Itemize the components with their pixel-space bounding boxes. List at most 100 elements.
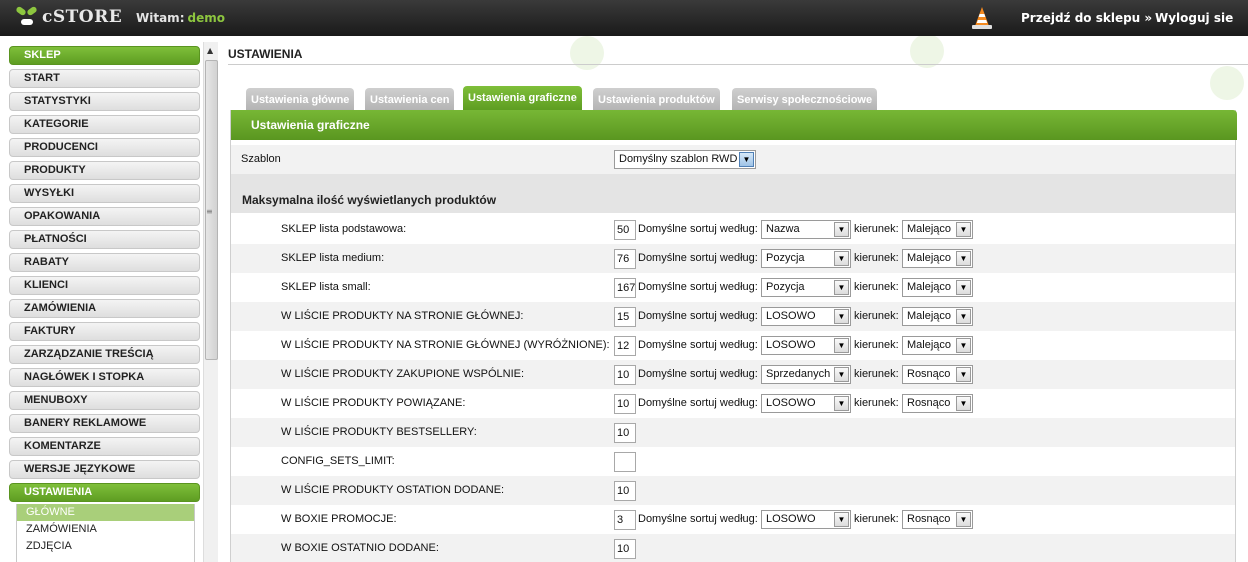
sidebar-item-9[interactable]: RABATY xyxy=(9,253,200,272)
sort-select[interactable]: Nazwa ▼ xyxy=(761,220,851,239)
sidebar-item-13[interactable]: ZARZĄDZANIE TREŚCIĄ xyxy=(9,345,200,364)
sidebar-item-6[interactable]: WYSYŁKI xyxy=(9,184,200,203)
sidebar-item-19[interactable]: USTAWIENIA xyxy=(9,483,200,502)
limit-input[interactable]: 50 xyxy=(614,220,636,240)
direction-value: Rosnąco xyxy=(907,513,951,525)
sort-value: Pozycja xyxy=(766,252,805,264)
direction-select[interactable]: Malejąco ▼ xyxy=(902,249,973,268)
divider xyxy=(228,64,1248,65)
vlc-cone-icon[interactable] xyxy=(971,6,993,30)
sidebar-item-12[interactable]: FAKTURY xyxy=(9,322,200,341)
setting-row: W BOXIE PROMOCJE: 3 Domyślne sortuj według… xyxy=(231,505,1235,534)
sidebar-item-7[interactable]: OPAKOWANIA xyxy=(9,207,200,226)
logout-link[interactable]: Wyloguj sie xyxy=(1155,11,1233,25)
sidebar-item-5[interactable]: PRODUKTY xyxy=(9,161,200,180)
tab-4[interactable]: Serwisy społecznościowe xyxy=(732,88,878,110)
chevron-down-icon: ▼ xyxy=(739,152,754,167)
tab-0[interactable]: Ustawienia główne xyxy=(246,88,355,110)
sort-label: Domyślne sortuj według: xyxy=(638,310,758,322)
sidebar-item-0[interactable]: SKLEP xyxy=(9,46,200,65)
chevron-down-icon: ▼ xyxy=(834,251,849,266)
limit-input[interactable]: 10 xyxy=(614,539,636,559)
sort-select[interactable]: Sprzedanych ▼ xyxy=(761,365,851,384)
chevron-down-icon: ▼ xyxy=(834,222,849,237)
sidebar-item-16[interactable]: BANERY REKLAMOWE xyxy=(9,414,200,433)
sidebar-item-17[interactable]: KOMENTARZE xyxy=(9,437,200,456)
direction-value: Rosnąco xyxy=(907,397,951,409)
setting-row: SKLEP lista small: 167 Domyślne sortuj wed… xyxy=(231,273,1235,302)
sort-label: Domyślne sortuj według: xyxy=(638,339,758,351)
sort-value: LOSOWO xyxy=(766,513,816,525)
sidebar-item-11[interactable]: ZAMÓWIENIA xyxy=(9,299,200,318)
chevron-down-icon: ▼ xyxy=(834,280,849,295)
limit-input[interactable]: 10 xyxy=(614,394,636,414)
setting-label: SKLEP lista podstawowa: xyxy=(281,223,407,235)
sidebar-item-3[interactable]: KATEGORIE xyxy=(9,115,200,134)
sidebar-subitem-0[interactable]: GŁÓWNE xyxy=(17,504,194,521)
sidebar-item-15[interactable]: MENUBOXY xyxy=(9,391,200,410)
sort-select[interactable]: LOSOWO ▼ xyxy=(761,336,851,355)
tab-2[interactable]: Ustawienia graficzne xyxy=(463,86,582,110)
sort-select[interactable]: Pozycja ▼ xyxy=(761,249,851,268)
limit-input[interactable]: 12 xyxy=(614,336,636,356)
direction-select[interactable]: Malejąco ▼ xyxy=(902,336,973,355)
sidebar-item-8[interactable]: PŁATNOŚCI xyxy=(9,230,200,249)
sort-select[interactable]: LOSOWO ▼ xyxy=(761,307,851,326)
top-bar: cSTORE Witam: demo Przejdź do sklepu » Wy… xyxy=(0,0,1248,36)
sidebar-subitem-1[interactable]: ZAMÓWIENIA xyxy=(17,521,194,538)
chevron-down-icon: ▼ xyxy=(956,309,971,324)
sidebar-item-18[interactable]: WERSJE JĘZYKOWE xyxy=(9,460,200,479)
main-content: USTAWIENIA Ustawienia główne Ustawienia c… xyxy=(220,36,1248,562)
setting-label: W LIŚCIE PRODUKTY NA STRONIE GŁÓWNEJ (WY… xyxy=(281,339,610,351)
sidebar-item-10[interactable]: KLIENCI xyxy=(9,276,200,295)
direction-label: kierunek: xyxy=(854,397,899,409)
setting-label: W LIŚCIE PRODUKTY ZAKUPIONE WSPÓLNIE: xyxy=(281,368,525,380)
sidebar-subitem-2[interactable]: ZDJĘCIA xyxy=(17,538,194,555)
template-label: Szablon xyxy=(241,153,281,165)
template-select[interactable]: Domyślny szablon RWD ▼ xyxy=(614,150,756,169)
limit-input[interactable]: 10 xyxy=(614,423,636,443)
direction-select[interactable]: Malejąco ▼ xyxy=(902,220,973,239)
limit-input[interactable]: 15 xyxy=(614,307,636,327)
sort-value: Pozycja xyxy=(766,281,805,293)
direction-select[interactable]: Rosnąco ▼ xyxy=(902,394,973,413)
sort-select[interactable]: Pozycja ▼ xyxy=(761,278,851,297)
tab-1[interactable]: Ustawienia cen xyxy=(365,88,455,110)
goto-shop-link[interactable]: Przejdź do sklepu » xyxy=(1021,11,1152,25)
direction-select[interactable]: Rosnąco ▼ xyxy=(902,365,973,384)
chevron-down-icon: ▼ xyxy=(834,309,849,324)
limit-input[interactable]: 167 xyxy=(614,278,636,298)
direction-select[interactable]: Malejąco ▼ xyxy=(902,278,973,297)
section-title: Maksymalna ilość wyświetlanych produktów xyxy=(231,174,1235,213)
sidebar-item-4[interactable]: PRODUCENCI xyxy=(9,138,200,157)
sidebar-item-14[interactable]: NAGŁÓWEK I STOPKA xyxy=(9,368,200,387)
direction-select[interactable]: Malejąco ▼ xyxy=(902,307,973,326)
setting-row: W LIŚCIE PRODUKTY OSTATION DODANE: 10 xyxy=(231,476,1235,505)
limit-input[interactable]: 10 xyxy=(614,481,636,501)
logo[interactable]: cSTORE xyxy=(15,4,122,30)
sidebar-scrollbar[interactable]: ▲ ≡ xyxy=(203,42,218,562)
limit-input[interactable]: 3 xyxy=(614,510,636,530)
chevron-down-icon: ▼ xyxy=(834,367,849,382)
username: demo xyxy=(187,11,225,25)
sidebar-item-2[interactable]: STATYSTYKI xyxy=(9,92,200,111)
sort-select[interactable]: LOSOWO ▼ xyxy=(761,510,851,529)
template-value: Domyślny szablon RWD xyxy=(619,153,738,165)
limit-input[interactable] xyxy=(614,452,636,472)
welcome-text: Witam: demo xyxy=(136,11,225,25)
sidebar: SKLEP START STATYSTYKI KATEGORIE PRODUCENCI P… xyxy=(0,36,220,562)
sort-select[interactable]: LOSOWO ▼ xyxy=(761,394,851,413)
tab-3[interactable]: Ustawienia produktów xyxy=(593,88,720,110)
sidebar-item-1[interactable]: START xyxy=(9,69,200,88)
sort-label: Domyślne sortuj według: xyxy=(638,368,758,380)
direction-label: kierunek: xyxy=(854,339,899,351)
limit-input[interactable]: 10 xyxy=(614,365,636,385)
direction-label: kierunek: xyxy=(854,310,899,322)
limit-input[interactable]: 76 xyxy=(614,249,636,269)
direction-label: kierunek: xyxy=(854,223,899,235)
sort-label: Domyślne sortuj według: xyxy=(638,281,758,293)
direction-label: kierunek: xyxy=(854,368,899,380)
scroll-up-icon[interactable]: ▲ xyxy=(207,46,213,55)
direction-select[interactable]: Rosnąco ▼ xyxy=(902,510,973,529)
chevron-down-icon: ▼ xyxy=(956,338,971,353)
